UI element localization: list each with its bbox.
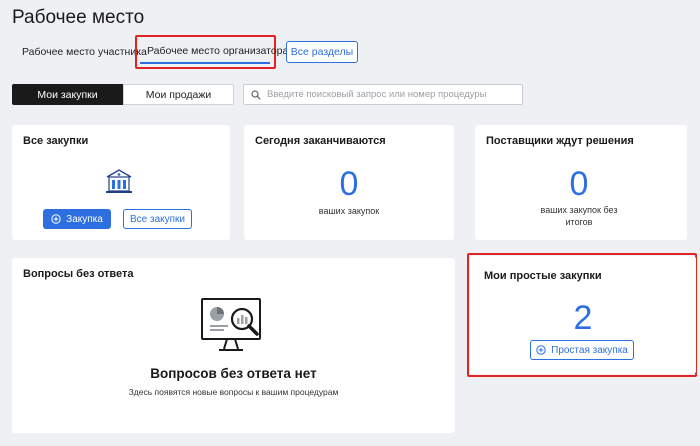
ending-today-caption: ваших закупок [318,206,380,216]
ending-today-count: 0 [339,165,359,203]
card-all-purchases: Все закупки Закупка Все закупки [12,125,230,240]
search-box[interactable] [243,84,523,105]
plus-circle-icon [51,214,61,224]
suppliers-waiting-count: 0 [569,165,589,203]
card-title: Мои простые закупки [484,270,602,282]
card-ending-today: Сегодня заканчиваются 0 ваших закупок [244,125,454,240]
card-simple-purchases: Мои простые закупки 2 Простая закупка [470,256,696,374]
all-purchases-button[interactable]: Все закупки [123,209,192,229]
card-unanswered-questions: Вопросы без ответа Вопросов без ответа н… [12,258,455,433]
search-input[interactable] [267,89,517,100]
card-title: Поставщики ждут решения [486,135,634,147]
card-title: Вопросы без ответа [23,268,134,280]
empty-state-subtitle: Здесь появятся новые вопросы к вашим про… [128,387,339,397]
plus-circle-icon [536,345,546,355]
page-title: Рабочее место [12,7,145,28]
segment-my-sales[interactable]: Мои продажи [123,84,234,105]
tab-active-underline [140,62,270,64]
card-title: Сегодня заканчиваются [255,135,386,147]
tab-organizer-workspace[interactable]: Рабочее место организатора [147,45,288,57]
empty-state-title: Вопросов без ответа нет [150,366,317,381]
create-purchase-button[interactable]: Закупка [43,209,111,229]
segment-my-purchases[interactable]: Мои закупки [12,84,123,105]
create-simple-purchase-label: Простая закупка [551,344,628,356]
card-title: Все закупки [23,135,89,147]
create-simple-purchase-button[interactable]: Простая закупка [530,340,634,360]
create-purchase-label: Закупка [66,213,103,225]
card-suppliers-waiting: Поставщики ждут решения 0 ваших закупок … [475,125,687,240]
building-icon [106,169,132,193]
monitor-analytics-search-icon [201,298,261,351]
search-icon [251,89,261,100]
all-sections-button[interactable]: Все разделы [286,41,358,63]
tab-participant-workspace[interactable]: Рабочее место участника [22,46,147,58]
simple-purchases-count: 2 [573,299,593,337]
suppliers-waiting-caption-2: итогов [565,217,593,227]
